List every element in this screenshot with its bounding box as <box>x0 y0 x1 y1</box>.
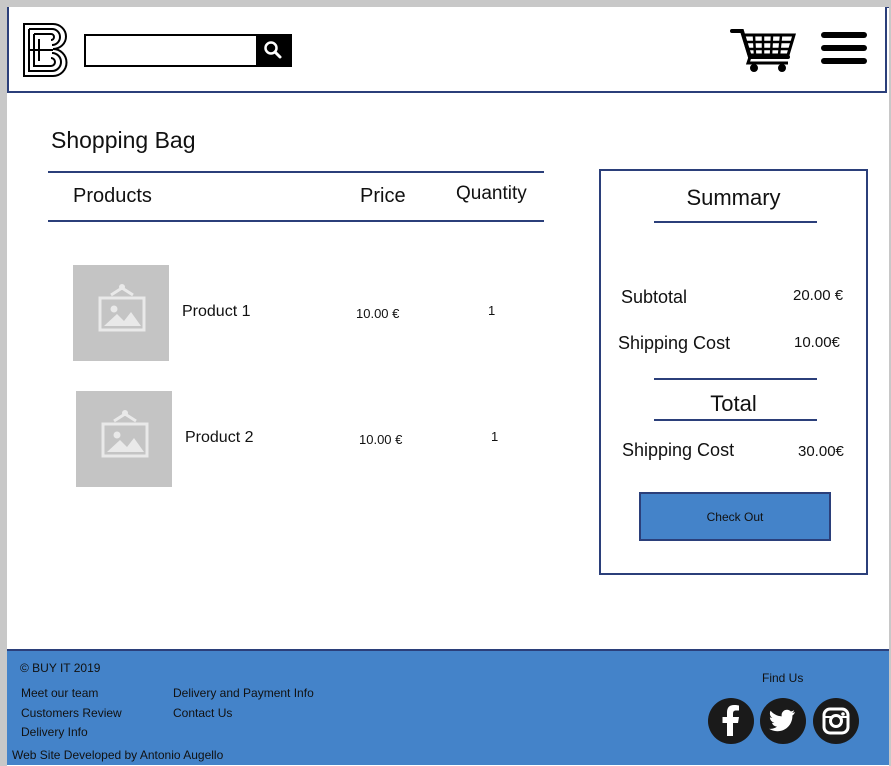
site-footer: © BUY IT 2019 Meet our team Customers Re… <box>7 649 889 765</box>
footer-link-delivery-payment-info[interactable]: Delivery and Payment Info <box>173 686 314 700</box>
product-name[interactable]: Product 1 <box>182 303 250 321</box>
shipping-cost-label: Shipping Cost <box>618 333 731 353</box>
product-image[interactable] <box>73 265 169 361</box>
product-name[interactable]: Product 2 <box>185 429 253 447</box>
facebook-icon[interactable] <box>708 698 754 744</box>
image-placeholder-icon <box>98 284 146 332</box>
copyright-text: © BUY IT 2019 <box>20 661 101 675</box>
total-value: 30.00€ <box>798 443 844 460</box>
summary-divider <box>654 221 817 223</box>
page-title: Shopping Bag <box>51 127 196 153</box>
menu-bar <box>821 32 867 38</box>
product-image[interactable] <box>76 391 172 487</box>
menu-bar <box>821 58 867 64</box>
column-header-quantity: Quantity <box>456 183 527 204</box>
summary-title: Summary <box>686 185 781 210</box>
search-input[interactable] <box>88 38 261 63</box>
products-table-header: Products Price Quantity <box>48 171 544 222</box>
footer-link-meet-our-team[interactable]: Meet our team <box>21 686 98 700</box>
column-header-products: Products <box>73 185 152 207</box>
subtotal-label: Subtotal <box>621 287 688 307</box>
product-price: 10.00 € <box>356 306 400 321</box>
search-icon <box>250 41 282 59</box>
table-row: Product 2 10.00 € 1 <box>0 391 540 491</box>
logo-icon[interactable] <box>23 23 75 77</box>
footer-link-contact-us[interactable]: Contact Us <box>173 706 232 720</box>
shipping-cost-value: 10.00€ <box>794 334 840 351</box>
hamburger-menu-icon[interactable] <box>821 32 867 66</box>
summary-divider <box>654 378 817 380</box>
cart-icon[interactable] <box>730 27 796 73</box>
footer-link-customers-review[interactable]: Customers Review <box>21 706 122 720</box>
menu-bar <box>821 45 867 51</box>
developer-credit: Web Site Developed by Antonio Augello <box>12 748 224 762</box>
summary-divider <box>654 419 817 421</box>
search-bar <box>84 34 292 67</box>
product-price: 10.00 € <box>359 432 403 447</box>
column-header-price: Price <box>360 185 406 207</box>
checkout-button[interactable]: Check Out <box>639 492 831 541</box>
subtotal-value: 20.00 € <box>793 287 844 304</box>
order-summary-panel: Summary Subtotal 20.00 € Shipping Cost 1… <box>599 169 868 575</box>
find-us-label: Find Us <box>762 671 804 685</box>
instagram-icon[interactable] <box>813 698 859 744</box>
product-quantity[interactable]: 1 <box>488 303 495 318</box>
footer-link-delivery-info[interactable]: Delivery Info <box>21 725 88 739</box>
total-title: Total <box>710 391 757 416</box>
image-placeholder-icon <box>101 410 149 458</box>
search-field <box>84 34 261 67</box>
total-label: Shipping Cost <box>622 440 735 460</box>
table-row: Product 1 10.00 € 1 <box>0 265 540 365</box>
search-button[interactable] <box>250 34 292 67</box>
product-quantity[interactable]: 1 <box>491 429 498 444</box>
twitter-icon[interactable] <box>760 698 806 744</box>
site-header <box>7 7 887 93</box>
